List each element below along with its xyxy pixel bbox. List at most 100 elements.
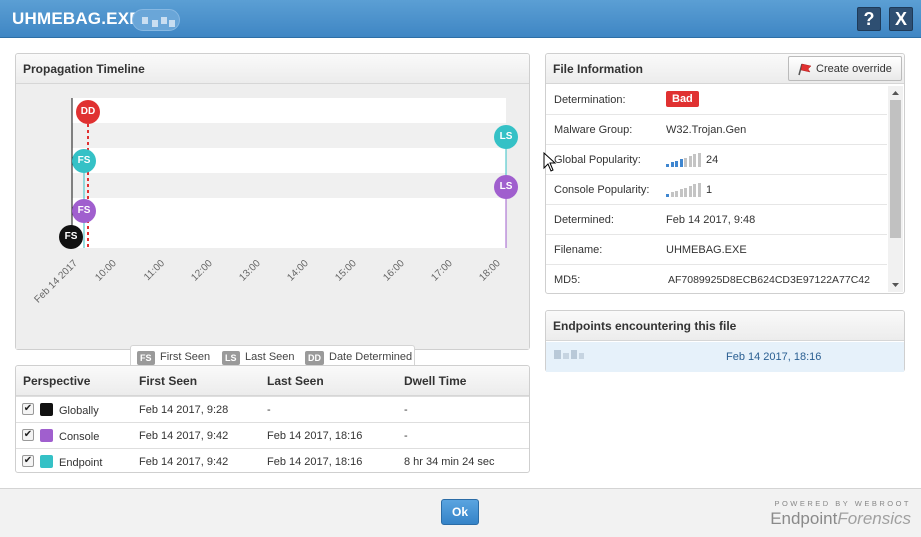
popularity-bar (688, 156, 692, 167)
popularity-bar (679, 189, 683, 197)
endpoint-date: Feb 14 2017, 18:16 (726, 351, 822, 363)
file-information-panel: File Information Create override Determi… (545, 53, 905, 294)
global-first-seen-marker[interactable]: FS (59, 225, 83, 249)
legend-dd-chip: DD (305, 351, 324, 365)
timeline-chart: DD LS FS LS FS FS Feb 14 2017 10:00 11:0… (16, 84, 529, 369)
row-md5: MD5: AF7089925D8ECB624CD3E97122A77C42 (546, 265, 887, 293)
dwell-value: - (404, 404, 408, 416)
row-console-popularity: Console Popularity: 1 (546, 175, 887, 205)
row-determination: Determination: Bad (546, 85, 887, 115)
scroll-up-icon[interactable] (888, 88, 903, 98)
brand-logo: EndpointForensics (770, 509, 911, 529)
help-button[interactable]: ? (857, 7, 881, 31)
malware-group-value: W32.Trojan.Gen (666, 124, 747, 136)
perspective-name: Console (59, 431, 100, 443)
redacted-endpoint-name (554, 350, 584, 360)
endpoints-panel: Endpoints encountering this file Feb 14 … (545, 310, 905, 372)
popularity-bar (693, 154, 696, 167)
date-determined-marker[interactable]: DD (76, 100, 100, 124)
console-popularity-bars (666, 182, 702, 197)
swatch-globally (40, 403, 53, 416)
perspective-row-console: ✔ Console Feb 14 2017, 9:42 Feb 14 2017,… (16, 422, 529, 448)
console-popularity-value: 1 (706, 184, 713, 196)
label-md5: MD5: (554, 274, 581, 286)
checkbox-globally[interactable]: ✔ (22, 403, 34, 415)
popularity-bar (679, 159, 683, 167)
popularity-bar (666, 164, 669, 167)
row-determined: Determined: Feb 14 2017, 9:48 (546, 205, 887, 235)
dwell-value: 8 hr 34 min 24 sec (404, 456, 495, 468)
brand-sub: Forensics (837, 509, 911, 528)
endpoint-row[interactable]: Feb 14 2017, 18:16 (546, 342, 904, 372)
popularity-bar (666, 194, 669, 197)
first-seen-value: Feb 14 2017, 9:28 (139, 404, 229, 416)
global-popularity-bars (666, 152, 702, 167)
brand-main: Endpoint (770, 509, 838, 528)
dwell-value: - (404, 430, 408, 442)
mouse-cursor-icon (543, 152, 557, 172)
col-first-seen: First Seen (139, 374, 198, 388)
legend-fs-chip: FS (137, 351, 155, 365)
perspective-name: Globally (59, 405, 99, 417)
last-seen-value: Feb 14 2017, 18:16 (267, 430, 363, 442)
legend-fs-label: First Seen (160, 351, 211, 363)
last-seen-value: Feb 14 2017, 18:16 (267, 456, 363, 468)
timeline-header: Propagation Timeline (16, 54, 529, 84)
perspective-row-globally: ✔ Globally Feb 14 2017, 9:28 - - (16, 396, 529, 422)
title-bar: UHMEBAG.EXE ? X (0, 0, 921, 38)
close-button[interactable]: X (889, 7, 913, 31)
last-seen-value: - (267, 404, 271, 416)
create-override-label: Create override (816, 63, 892, 75)
md5-value: AF7089925D8ECB624CD3E97122A77C42 (668, 274, 870, 286)
console-first-seen-marker[interactable]: FS (72, 199, 96, 223)
file-info-title: File Information (553, 62, 643, 76)
popularity-bar (697, 152, 701, 167)
brand-powered: POWERED BY WEBROOT (774, 499, 911, 508)
label-console-popularity: Console Popularity: (554, 184, 650, 196)
popularity-bar (693, 184, 696, 197)
first-seen-value: Feb 14 2017, 9:42 (139, 456, 229, 468)
label-malware-group: Malware Group: (554, 124, 633, 136)
popularity-bar (670, 192, 674, 197)
endpoint-last-seen-marker[interactable]: LS (494, 125, 518, 149)
popularity-bar (684, 187, 687, 197)
row-malware-group: Malware Group: W32.Trojan.Gen (546, 115, 887, 145)
window-title: UHMEBAG.EXE (12, 9, 141, 28)
perspective-name: Endpoint (59, 457, 103, 469)
dialog-footer: Ok POWERED BY WEBROOT EndpointForensics (0, 488, 921, 537)
checkbox-console[interactable]: ✔ (22, 429, 34, 441)
determination-badge: Bad (666, 91, 699, 107)
popularity-bar (670, 162, 674, 167)
determined-value: Feb 14 2017, 9:48 (666, 214, 756, 226)
row-filename: Filename: UHMEBAG.EXE (546, 235, 887, 265)
endpoints-title: Endpoints encountering this file (553, 319, 737, 333)
legend-dd-label: Date Determined (329, 351, 413, 363)
label-determined: Determined: (554, 214, 614, 226)
col-last-seen: Last Seen (267, 374, 324, 388)
popularity-bar (675, 160, 678, 167)
perspective-table: Perspective First Seen Last Seen Dwell T… (15, 365, 530, 473)
popularity-bar (675, 190, 678, 197)
filename-value: UHMEBAG.EXE (666, 244, 747, 256)
file-info-scrollbar[interactable] (888, 86, 903, 292)
scroll-down-icon[interactable] (888, 280, 903, 290)
timeline-title: Propagation Timeline (23, 62, 145, 76)
endpoint-first-seen-marker[interactable]: FS (72, 149, 96, 173)
perspective-row-endpoint: ✔ Endpoint Feb 14 2017, 9:42 Feb 14 2017… (16, 448, 529, 474)
flag-icon (798, 63, 812, 76)
global-popularity-value: 24 (706, 154, 719, 166)
endpoints-header: Endpoints encountering this file (546, 311, 904, 341)
popularity-bar (697, 182, 701, 197)
redacted-hostname (132, 9, 180, 31)
col-dwell-time: Dwell Time (404, 374, 467, 388)
ok-button[interactable]: Ok (441, 499, 479, 525)
create-override-button[interactable]: Create override (788, 56, 902, 81)
scrollbar-thumb[interactable] (890, 100, 901, 238)
legend-ls-label: Last Seen (245, 351, 295, 363)
swatch-endpoint (40, 455, 53, 468)
row-global-popularity: Global Popularity: 24 (546, 145, 887, 175)
legend-ls-chip: LS (222, 351, 240, 365)
first-seen-value: Feb 14 2017, 9:42 (139, 430, 229, 442)
console-last-seen-marker[interactable]: LS (494, 175, 518, 199)
checkbox-endpoint[interactable]: ✔ (22, 455, 34, 467)
